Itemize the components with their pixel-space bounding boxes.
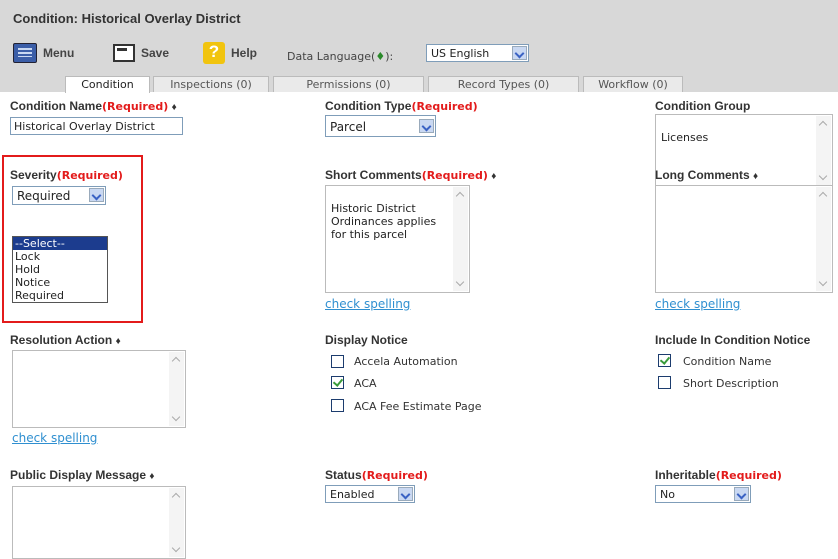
condition-name-label: Condition Name(Required) ♦ <box>10 99 177 113</box>
data-language-label: Data Language(♦): <box>287 50 394 63</box>
check-spelling-link[interactable]: check spelling <box>655 297 740 311</box>
title-bar: Condition: Historical Overlay District <box>0 0 838 36</box>
severity-option[interactable]: Required <box>13 289 107 302</box>
tab-bar: Condition Inspections (0) Permissions (0… <box>0 72 838 93</box>
status-label: Status(Required) <box>325 468 428 482</box>
tab-condition[interactable]: Condition <box>65 76 150 93</box>
page-title: Condition: Historical Overlay District <box>13 11 241 26</box>
condition-type-select[interactable]: Parcel <box>325 115 436 137</box>
inheritable-label: Inheritable(Required) <box>655 468 782 482</box>
severity-option[interactable]: --Select-- <box>13 237 107 250</box>
scrollbar[interactable] <box>169 352 184 426</box>
public-display-message-textarea[interactable] <box>12 486 186 559</box>
scrollbar[interactable] <box>816 187 831 291</box>
help-icon: ? <box>203 42 225 64</box>
tab-inspections[interactable]: Inspections (0) <box>153 76 269 92</box>
status-select[interactable]: Enabled <box>325 485 415 503</box>
resolution-action-textarea[interactable] <box>12 350 186 428</box>
save-label: Save <box>141 46 170 60</box>
inheritable-select[interactable]: No <box>655 485 751 503</box>
severity-option[interactable]: Notice <box>13 276 107 289</box>
accela-automation-label: Accela Automation <box>354 355 458 368</box>
aca-label: ACA <box>354 377 377 390</box>
condition-name-checkbox[interactable] <box>658 354 671 367</box>
menu-label: Menu <box>43 46 75 60</box>
aca-fee-estimate-checkbox[interactable] <box>331 399 344 412</box>
condition-name-option-label: Condition Name <box>683 355 772 368</box>
severity-option[interactable]: Hold <box>13 263 107 276</box>
menu-icon <box>13 43 37 63</box>
chevron-down-icon <box>512 46 527 60</box>
severity-dropdown-list: --Select-- Lock Hold Notice Required <box>12 236 108 303</box>
scroll-down-icon[interactable] <box>169 542 184 557</box>
condition-type-label: Condition Type(Required) <box>325 99 478 113</box>
save-button[interactable]: Save <box>113 42 169 64</box>
scroll-down-icon[interactable] <box>816 276 831 291</box>
menu-button[interactable]: Menu <box>13 42 74 64</box>
scrollbar[interactable] <box>816 116 831 185</box>
chevron-down-icon <box>734 487 749 501</box>
severity-select[interactable]: Required <box>12 186 106 205</box>
include-in-notice-label: Include In Condition Notice <box>655 333 811 347</box>
public-display-message-label: Public Display Message ♦ <box>10 468 155 482</box>
scrollbar[interactable] <box>453 187 468 291</box>
long-comments-textarea[interactable] <box>655 185 833 293</box>
tab-record-types[interactable]: Record Types (0) <box>428 76 579 92</box>
severity-label: Severity(Required) <box>10 168 123 182</box>
scroll-up-icon[interactable] <box>816 187 831 202</box>
short-comments-textarea[interactable]: Historic District Ordinances applies for… <box>325 185 470 293</box>
scrollbar[interactable] <box>169 488 184 557</box>
chevron-down-icon <box>419 119 434 133</box>
chevron-down-icon <box>398 487 413 501</box>
scroll-up-icon[interactable] <box>169 352 184 367</box>
resolution-action-label: Resolution Action ♦ <box>10 333 121 347</box>
scroll-up-icon[interactable] <box>453 187 468 202</box>
display-notice-label: Display Notice <box>325 333 408 347</box>
tab-permissions[interactable]: Permissions (0) <box>273 76 424 92</box>
aca-checkbox[interactable] <box>331 376 344 389</box>
short-description-checkbox[interactable] <box>658 376 671 389</box>
tab-workflow[interactable]: Workflow (0) <box>583 76 683 92</box>
long-comments-label: Long Comments ♦ <box>655 168 759 182</box>
condition-name-input[interactable]: Historical Overlay District <box>10 117 183 135</box>
check-spelling-link[interactable]: check spelling <box>12 431 97 445</box>
scroll-up-icon[interactable] <box>816 116 831 131</box>
help-button[interactable]: ? Help <box>203 42 257 64</box>
chevron-down-icon <box>89 188 104 202</box>
aca-fee-estimate-label: ACA Fee Estimate Page <box>354 400 482 413</box>
short-comments-label: Short Comments(Required) ♦ <box>325 168 497 182</box>
help-label: Help <box>231 46 258 60</box>
diamond-icon: ♦ <box>375 50 386 63</box>
severity-option[interactable]: Lock <box>13 250 107 263</box>
toolbar: Menu Save ? Help Data Language(♦): US En… <box>0 36 838 72</box>
scroll-up-icon[interactable] <box>169 488 184 503</box>
scroll-down-icon[interactable] <box>816 170 831 185</box>
check-spelling-link[interactable]: check spelling <box>325 297 410 311</box>
accela-automation-checkbox[interactable] <box>331 355 344 368</box>
short-description-label: Short Description <box>683 377 779 390</box>
scroll-down-icon[interactable] <box>169 411 184 426</box>
scroll-down-icon[interactable] <box>453 276 468 291</box>
condition-group-label: Condition Group <box>655 99 751 113</box>
save-icon <box>113 44 135 62</box>
data-language-select[interactable]: US English <box>426 44 529 62</box>
